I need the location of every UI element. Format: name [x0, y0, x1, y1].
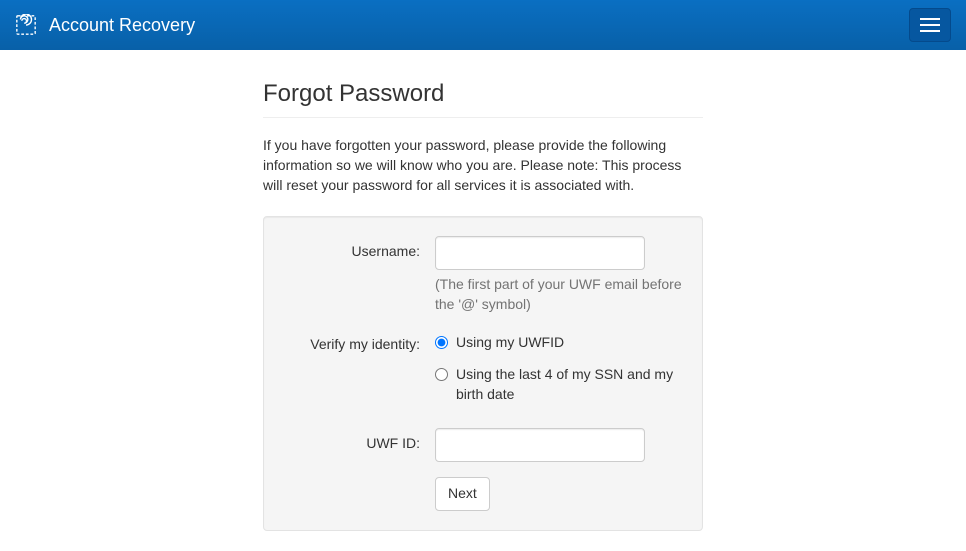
username-help: (The first part of your UWF email before… [435, 275, 683, 315]
next-button[interactable]: Next [435, 477, 490, 511]
verify-group: Verify my identity: Using my UWFID Using… [283, 329, 683, 413]
radio-ssn-input[interactable] [435, 368, 448, 381]
navbar-brand: Account Recovery [15, 14, 195, 36]
radio-uwfid-input[interactable] [435, 336, 448, 349]
radio-ssn-label[interactable]: Using the last 4 of my SSN and my birth … [456, 365, 676, 405]
verify-label: Verify my identity: [283, 329, 435, 413]
navbar: Account Recovery [0, 0, 966, 50]
nautilus-icon [15, 14, 37, 36]
form-well: Username: (The first part of your UWF em… [263, 216, 703, 531]
radio-uwfid-label[interactable]: Using my UWFID [456, 333, 564, 353]
submit-group: Next [283, 477, 683, 511]
username-label: Username: [283, 236, 435, 315]
uwfid-input[interactable] [435, 428, 645, 462]
uwfid-group: UWF ID: [283, 428, 683, 462]
username-group: Username: (The first part of your UWF em… [283, 236, 683, 315]
hamburger-icon [920, 18, 940, 20]
main-content: Forgot Password If you have forgotten yo… [248, 50, 718, 551]
radio-uwfid: Using my UWFID [435, 329, 683, 353]
menu-toggle-button[interactable] [909, 8, 951, 42]
radio-ssn: Using the last 4 of my SSN and my birth … [435, 361, 683, 405]
navbar-title: Account Recovery [49, 15, 195, 36]
uwfid-label: UWF ID: [283, 428, 435, 462]
page-title: Forgot Password [263, 80, 703, 118]
username-input[interactable] [435, 236, 645, 270]
intro-text: If you have forgotten your password, ple… [263, 136, 703, 196]
